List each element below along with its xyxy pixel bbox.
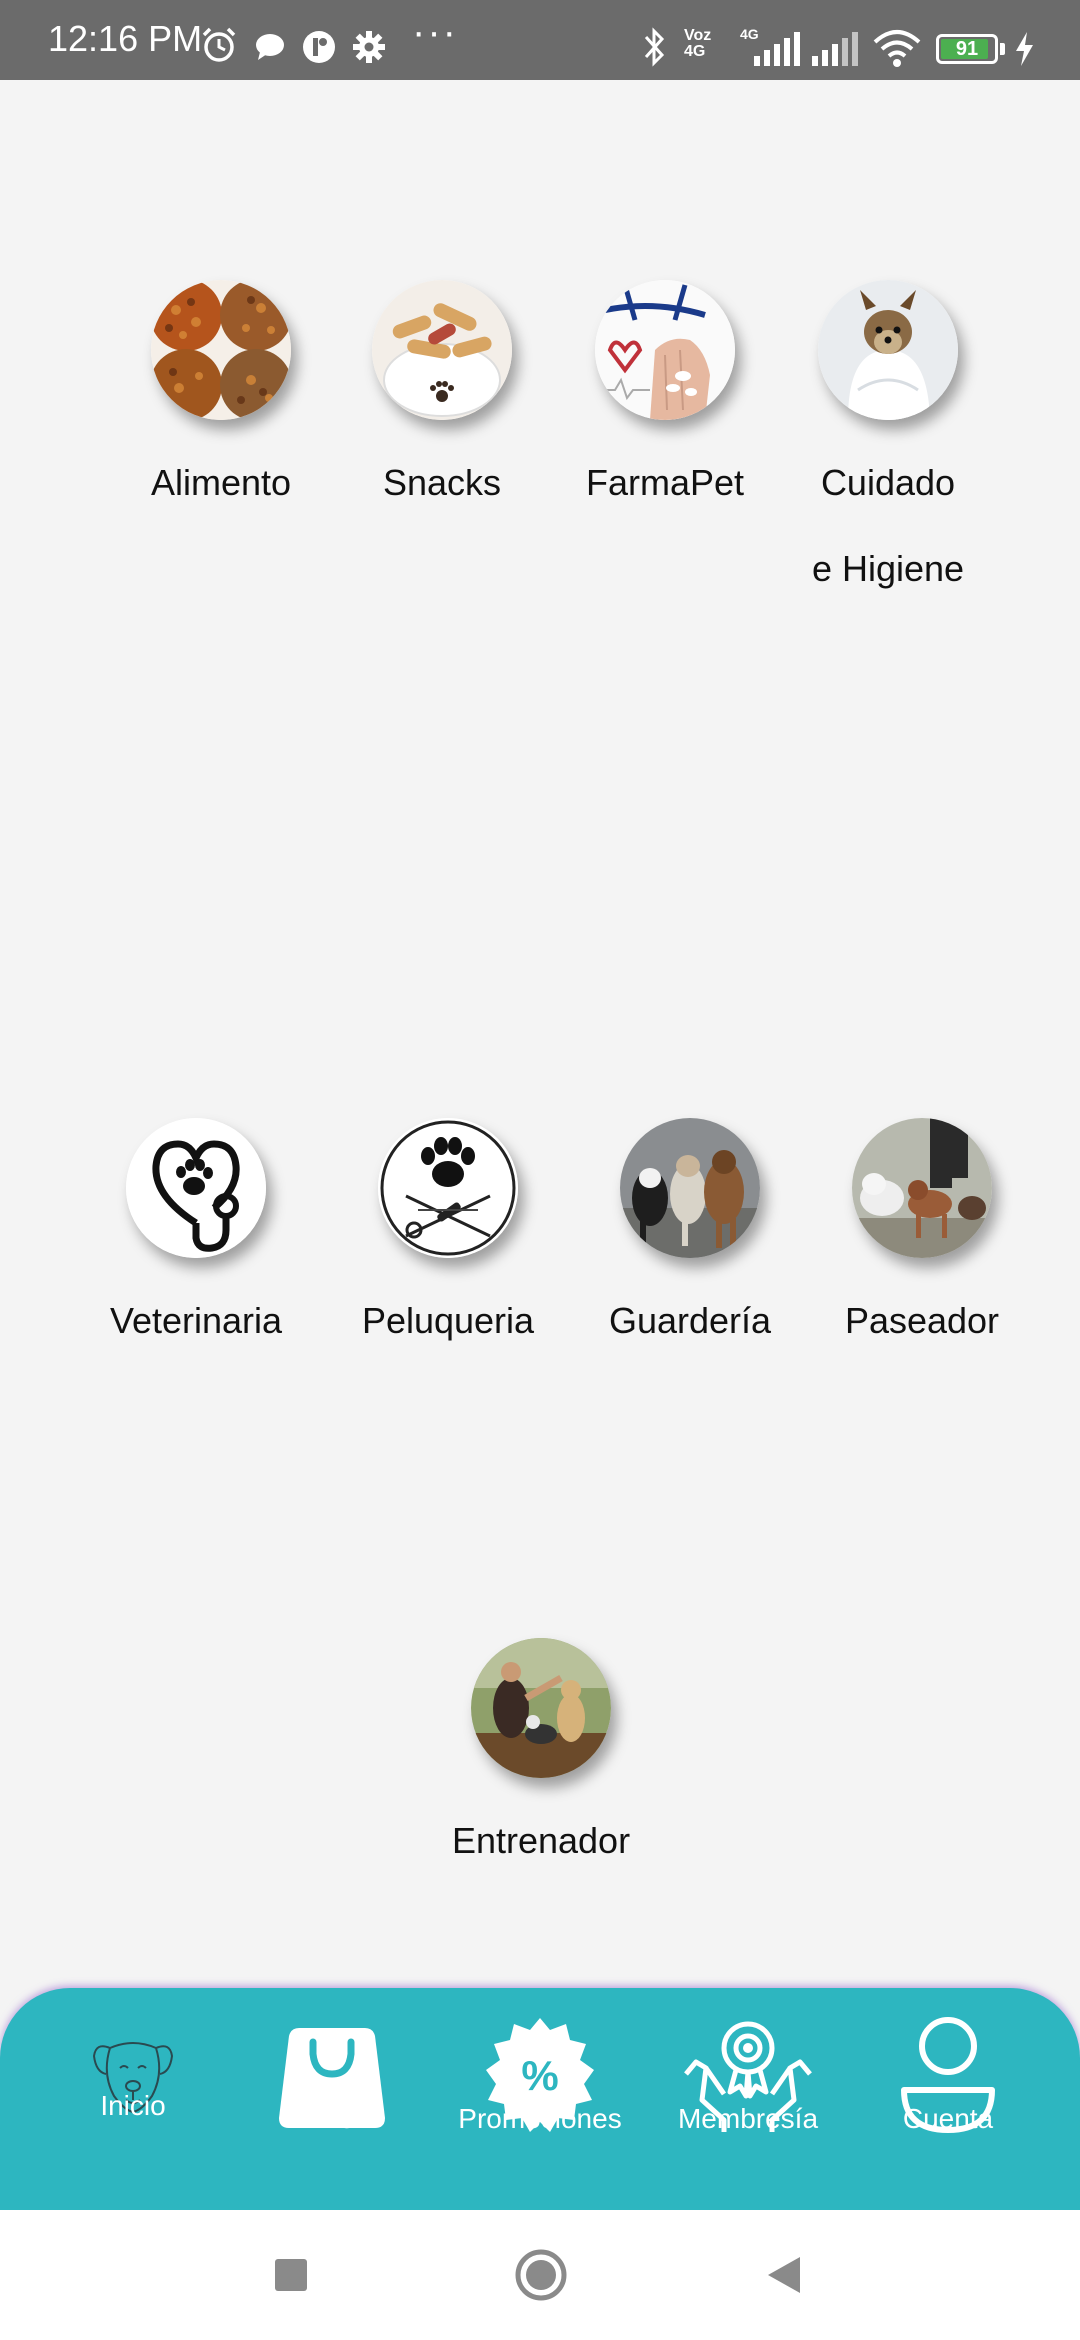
nav-label: Inicio — [100, 2090, 166, 2121]
nav-label: Mis — [310, 2103, 354, 2134]
status-time: 12:16 PM — [48, 18, 203, 59]
category-label: FarmaPet — [585, 462, 745, 503]
dog-walker-photo — [852, 1118, 992, 1258]
svg-text:%: % — [521, 2052, 558, 2099]
network-label-voz: Voz — [684, 27, 712, 44]
app-circle-icon — [303, 31, 335, 63]
dog-trainer-photo — [471, 1638, 611, 1778]
nav-label: Cuenta — [902, 2103, 994, 2134]
network-label-4g: 4G — [684, 43, 706, 60]
battery-icon: 91 — [936, 34, 998, 64]
more-notifications-icon: ··· — [412, 10, 458, 54]
nav-promociones[interactable]: % Promociones — [440, 1988, 640, 2210]
food-kibble-photo — [151, 280, 291, 420]
category-label: Paseador — [844, 1300, 1000, 1341]
network-type: Voz 4G — [684, 28, 711, 60]
bluetooth-icon — [644, 27, 665, 67]
category-label-line1: Cuidado — [820, 462, 956, 503]
category-label: Veterinaria — [109, 1300, 283, 1341]
signal-icon — [754, 32, 800, 66]
back-triangle-icon[interactable] — [764, 2254, 804, 2296]
nav-mis[interactable]: Mis — [232, 1988, 432, 2210]
nav-label: Promociones — [458, 2103, 622, 2134]
stethoscope-paw-icon — [126, 1118, 266, 1258]
system-navigation-bar — [0, 2210, 1080, 2340]
category-label: Snacks — [382, 462, 502, 503]
wifi-icon — [873, 30, 921, 67]
category-label: Guardería — [608, 1300, 772, 1341]
snacks-bowl-photo — [372, 280, 512, 420]
bottom-navigation: Inicio Mis % Promociones Membresía Cuent… — [0, 1988, 1080, 2210]
dog-towel-photo — [818, 280, 958, 420]
category-label-line2: e Higiene — [811, 548, 965, 589]
alarm-icon — [202, 27, 236, 62]
category-label: Cuidado e Higiene — [758, 440, 1018, 612]
category-label: Entrenador — [451, 1820, 631, 1861]
nav-membresia[interactable]: Membresía — [648, 1988, 848, 2210]
nav-inicio[interactable]: Inicio — [33, 1988, 233, 2210]
chat-bubble-icon — [256, 34, 284, 60]
recents-square-icon[interactable] — [274, 2258, 308, 2292]
pharmacy-pills-photo — [595, 280, 735, 420]
gear-icon — [353, 31, 385, 63]
dogs-group-photo — [620, 1118, 760, 1258]
battery-tip — [1000, 43, 1005, 55]
status-bar: 12:16 PM ··· Voz 4G 4G 91 — [0, 0, 1080, 80]
paw-scissors-icon — [378, 1118, 518, 1258]
charging-icon — [1016, 32, 1033, 66]
category-label: Peluqueria — [361, 1300, 535, 1341]
signal-2-icon — [812, 32, 858, 66]
home-circle-icon[interactable] — [514, 2248, 568, 2302]
nav-label: Membresía — [677, 2103, 819, 2134]
battery-level: 91 — [955, 38, 979, 60]
nav-cuenta[interactable]: Cuenta — [848, 1988, 1048, 2210]
